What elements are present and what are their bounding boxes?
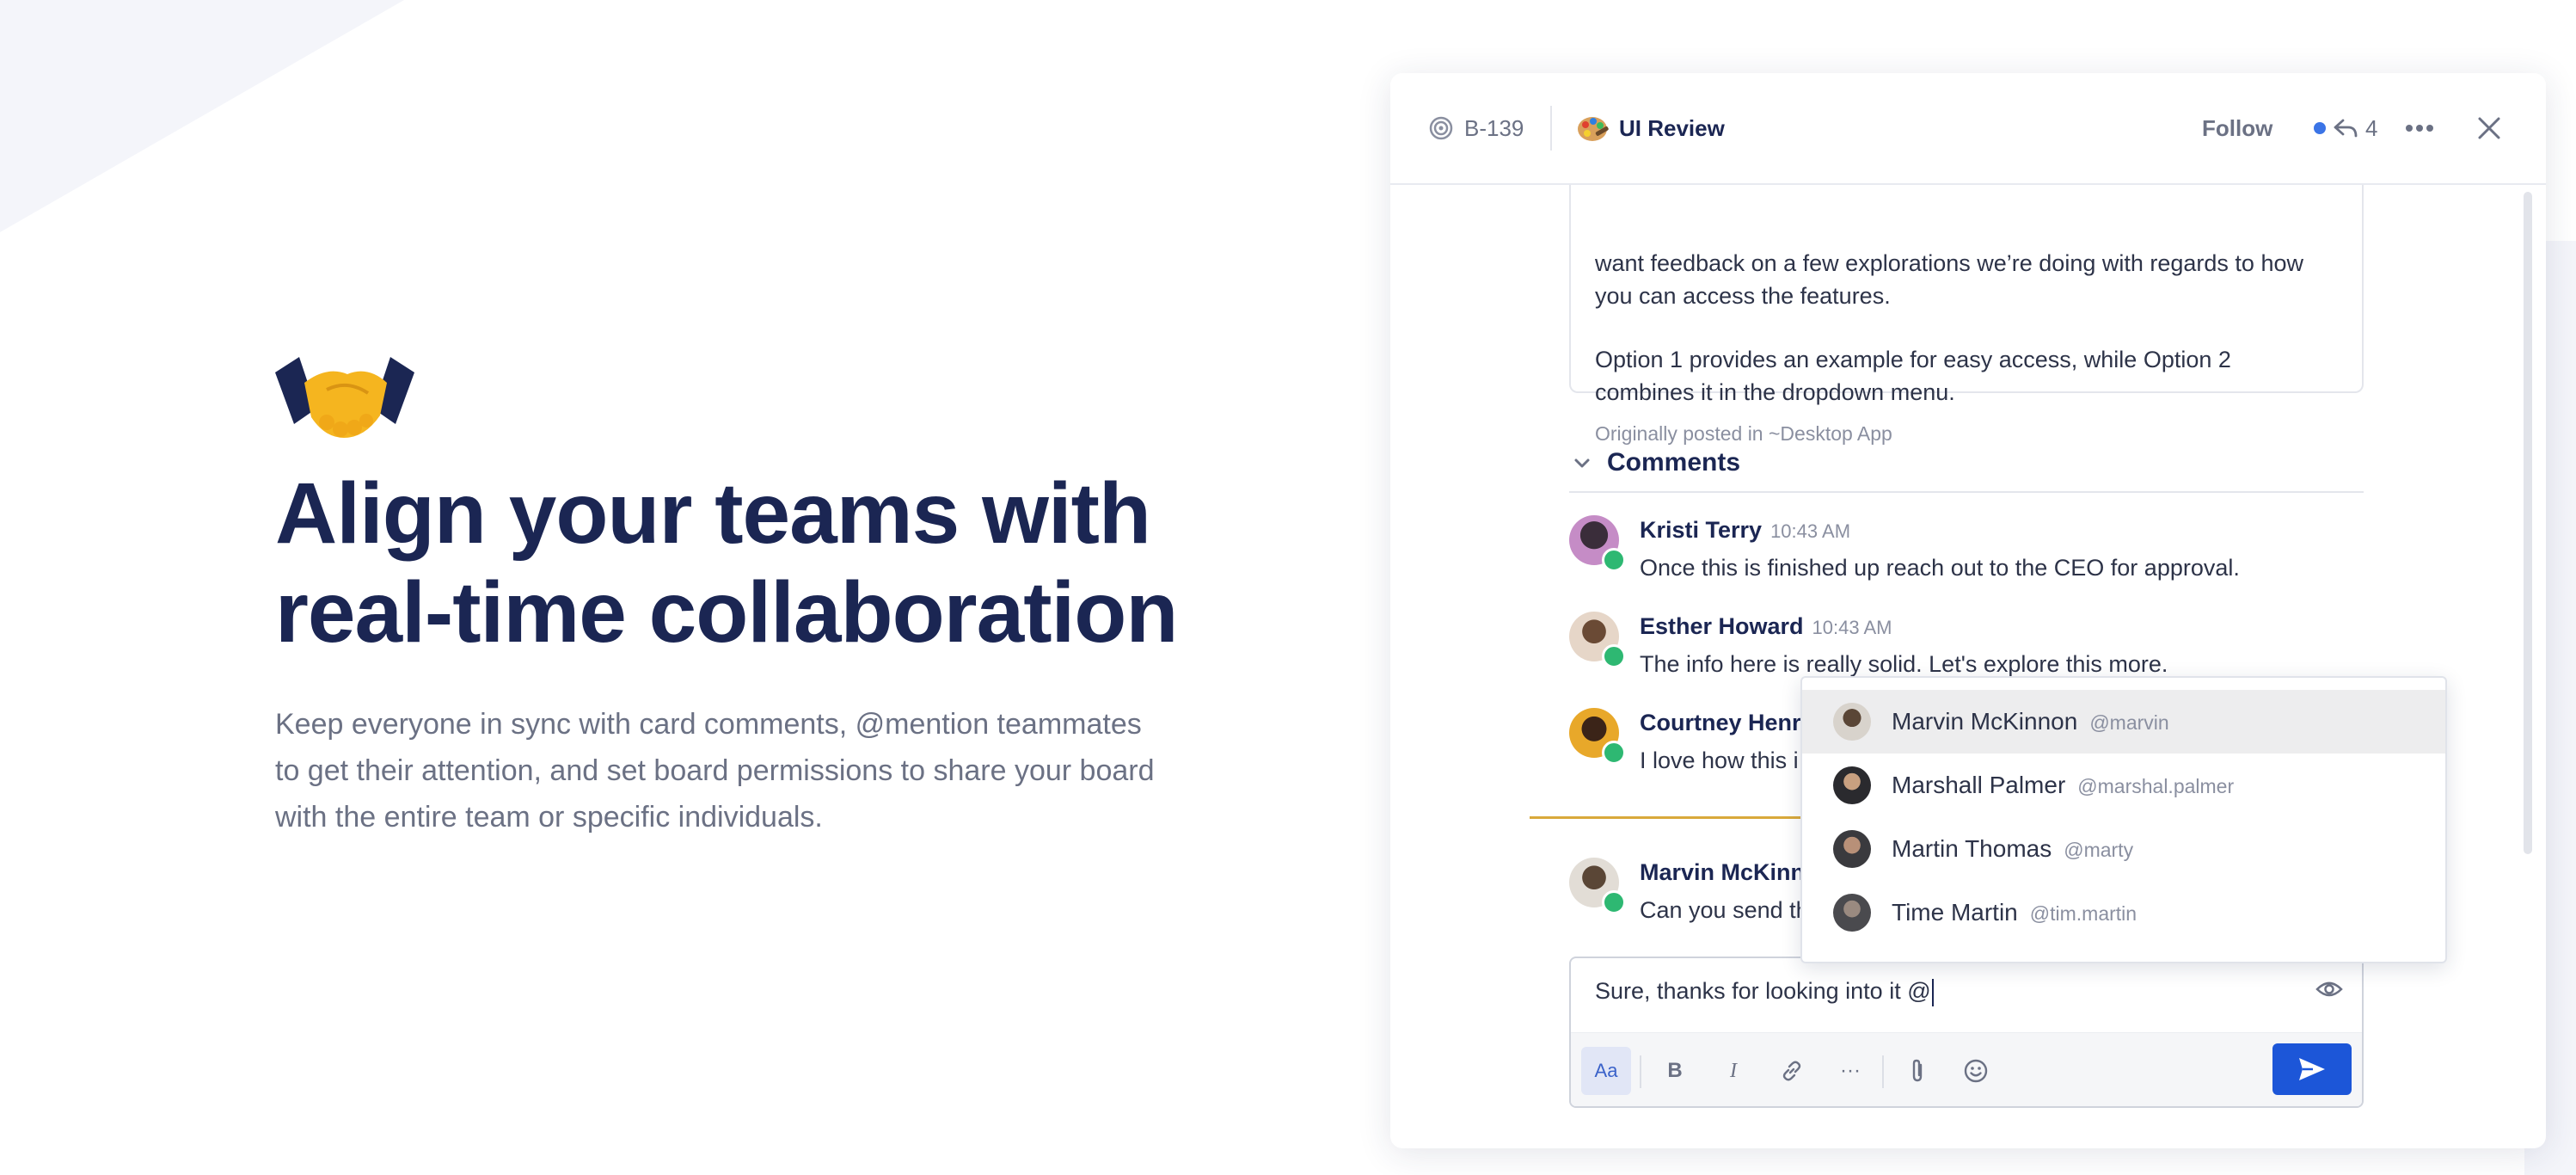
more-icon: [2406, 125, 2433, 132]
comment-text: I love how this i: [1640, 747, 1799, 773]
online-badge: [1602, 548, 1626, 572]
toolbar-divider: [1640, 1055, 1641, 1088]
unread-dot-icon: [2314, 122, 2326, 134]
follow-label: Follow: [2202, 114, 2273, 141]
subtext-line-2: to get their attention, and set board pe…: [275, 754, 1155, 787]
author-name: Courtney Henr: [1640, 710, 1801, 735]
description-line-1: want feedback on a few explorations we’r…: [1595, 250, 2303, 276]
format-toggle-button[interactable]: Aa: [1581, 1047, 1631, 1095]
mention-name: Martin Thomas: [1892, 835, 2052, 862]
reply-icon: [2334, 119, 2358, 138]
comment-author[interactable]: Marvin McKinn: [1640, 858, 1805, 887]
description-line-3: Option 1 provides an example for easy ac…: [1595, 347, 2231, 372]
more-formatting-icon: ···: [1840, 1059, 1861, 1082]
mention-handle: @marshal.palmer: [2077, 775, 2235, 797]
close-icon: [2478, 117, 2500, 139]
paperclip-icon: [1912, 1059, 1923, 1082]
follow-button[interactable]: Follow: [2202, 73, 2272, 183]
card-panel: B-139 UI Review Follow 4 want feedback o…: [1390, 73, 2546, 1148]
comment-text: Can you send th: [1640, 897, 1809, 923]
mention-handle: @marvin: [2089, 711, 2169, 734]
formatting-toolbar: Aa B I ···: [1571, 1032, 2362, 1106]
subtext-line-1: Keep everyone in sync with card comments…: [275, 708, 1142, 741]
scrollbar[interactable]: [2524, 192, 2532, 854]
comment-item: Kristi Terry 10:43 AM Once this is finish…: [1569, 515, 2364, 601]
mention-name: Marvin McKinnon: [1892, 708, 2078, 735]
avatar: [1833, 766, 1871, 804]
comment-composer: Sure, thanks for looking into it @ Aa B …: [1569, 957, 2364, 1108]
target-icon: [1429, 116, 1453, 140]
send-icon: [2299, 1058, 2325, 1080]
link-button[interactable]: [1767, 1047, 1817, 1095]
chevron-down-icon: [1574, 458, 1590, 468]
background-shape: [0, 0, 404, 232]
close-button[interactable]: [2477, 73, 2501, 183]
comments-header[interactable]: Comments: [1569, 434, 2364, 493]
board-name: UI Review: [1619, 114, 1725, 141]
handshake-icon: [275, 357, 414, 438]
comment-text: Once this is finished up reach out to th…: [1640, 555, 2240, 581]
card-id[interactable]: B-139: [1428, 73, 1524, 183]
avatar: [1833, 703, 1871, 741]
attach-button[interactable]: [1892, 1047, 1942, 1095]
mention-option[interactable]: Time Martin @tim.martin: [1802, 881, 2445, 944]
mention-option[interactable]: Martin Thomas @marty: [1802, 817, 2445, 881]
replies-indicator[interactable]: 4: [2314, 73, 2377, 183]
headline-line-1: Align your teams with: [275, 465, 1151, 562]
mention-handle: @marty: [2064, 839, 2134, 861]
mention-name: Time Martin: [1892, 899, 2018, 926]
smiley-icon: [1964, 1059, 1988, 1083]
author-name: Kristi Terry: [1640, 517, 1763, 543]
comments-title: Comments: [1607, 448, 1741, 477]
avatar: [1833, 830, 1871, 868]
card-description: want feedback on a few explorations we’r…: [1569, 168, 2364, 445]
avatar: [1833, 894, 1871, 932]
bold-button[interactable]: B: [1650, 1047, 1700, 1095]
online-badge: [1602, 890, 1626, 914]
comment-author[interactable]: Kristi Terry 10:43 AM: [1640, 515, 1850, 546]
reply-count: 4: [2365, 114, 2378, 141]
mention-name: Marshall Palmer: [1892, 772, 2066, 798]
comment-input-value: Sure, thanks for looking into it @: [1595, 978, 1931, 1004]
emoji-button[interactable]: [1951, 1047, 2001, 1095]
toolbar-divider: [1882, 1055, 1884, 1088]
link-icon: [1782, 1061, 1801, 1081]
hero-headline: Align your teams with real-time collabor…: [275, 464, 1238, 662]
comment-author[interactable]: Esther Howard 10:43 AM: [1640, 612, 1892, 643]
comment-text: The info here is really solid. Let's exp…: [1640, 651, 2168, 677]
hero-subtext: Keep everyone in sync with card comments…: [275, 701, 1238, 840]
comment-author[interactable]: Courtney Henr: [1640, 708, 1801, 737]
text-caret: [1931, 978, 1934, 1006]
online-badge: [1602, 741, 1626, 765]
comment-time: 10:43 AM: [1812, 617, 1892, 638]
mention-option[interactable]: Marshall Palmer @marshal.palmer: [1802, 754, 2445, 817]
card-id-label: B-139: [1464, 114, 1524, 141]
eye-icon[interactable]: [2315, 979, 2343, 1000]
description-line-4: combines it in the dropdown menu.: [1595, 379, 1955, 405]
comment-input[interactable]: Sure, thanks for looking into it @: [1595, 975, 1934, 1006]
italic-button[interactable]: I: [1708, 1047, 1758, 1095]
italic-icon: I: [1730, 1059, 1737, 1082]
new-comments-divider: [1530, 816, 1803, 819]
online-badge: [1602, 644, 1626, 668]
author-name: Marvin McKinn: [1640, 859, 1806, 885]
subtext-line-3: with the entire team or specific individ…: [275, 801, 823, 834]
header-divider: [1550, 106, 1552, 151]
description-line-2: you can access the features.: [1595, 283, 1891, 309]
more-options-button[interactable]: [2405, 73, 2434, 183]
board-link[interactable]: UI Review: [1576, 73, 1725, 183]
mention-suggestions: Marvin McKinnon @marvin Marshall Palmer @m…: [1800, 676, 2447, 963]
mention-option[interactable]: Marvin McKinnon @marvin: [1802, 690, 2445, 754]
mention-handle: @tim.martin: [2029, 902, 2137, 925]
author-name: Esther Howard: [1640, 613, 1804, 639]
more-formatting-button[interactable]: ···: [1825, 1047, 1875, 1095]
send-button[interactable]: [2272, 1043, 2352, 1095]
comment-time: 10:43 AM: [1770, 520, 1851, 542]
bold-icon: B: [1667, 1059, 1683, 1082]
palette-icon: [1578, 117, 1609, 141]
format-label: Aa: [1594, 1060, 1618, 1081]
card-header: B-139 UI Review Follow 4: [1390, 73, 2546, 185]
headline-line-2: real-time collaboration: [275, 564, 1178, 661]
